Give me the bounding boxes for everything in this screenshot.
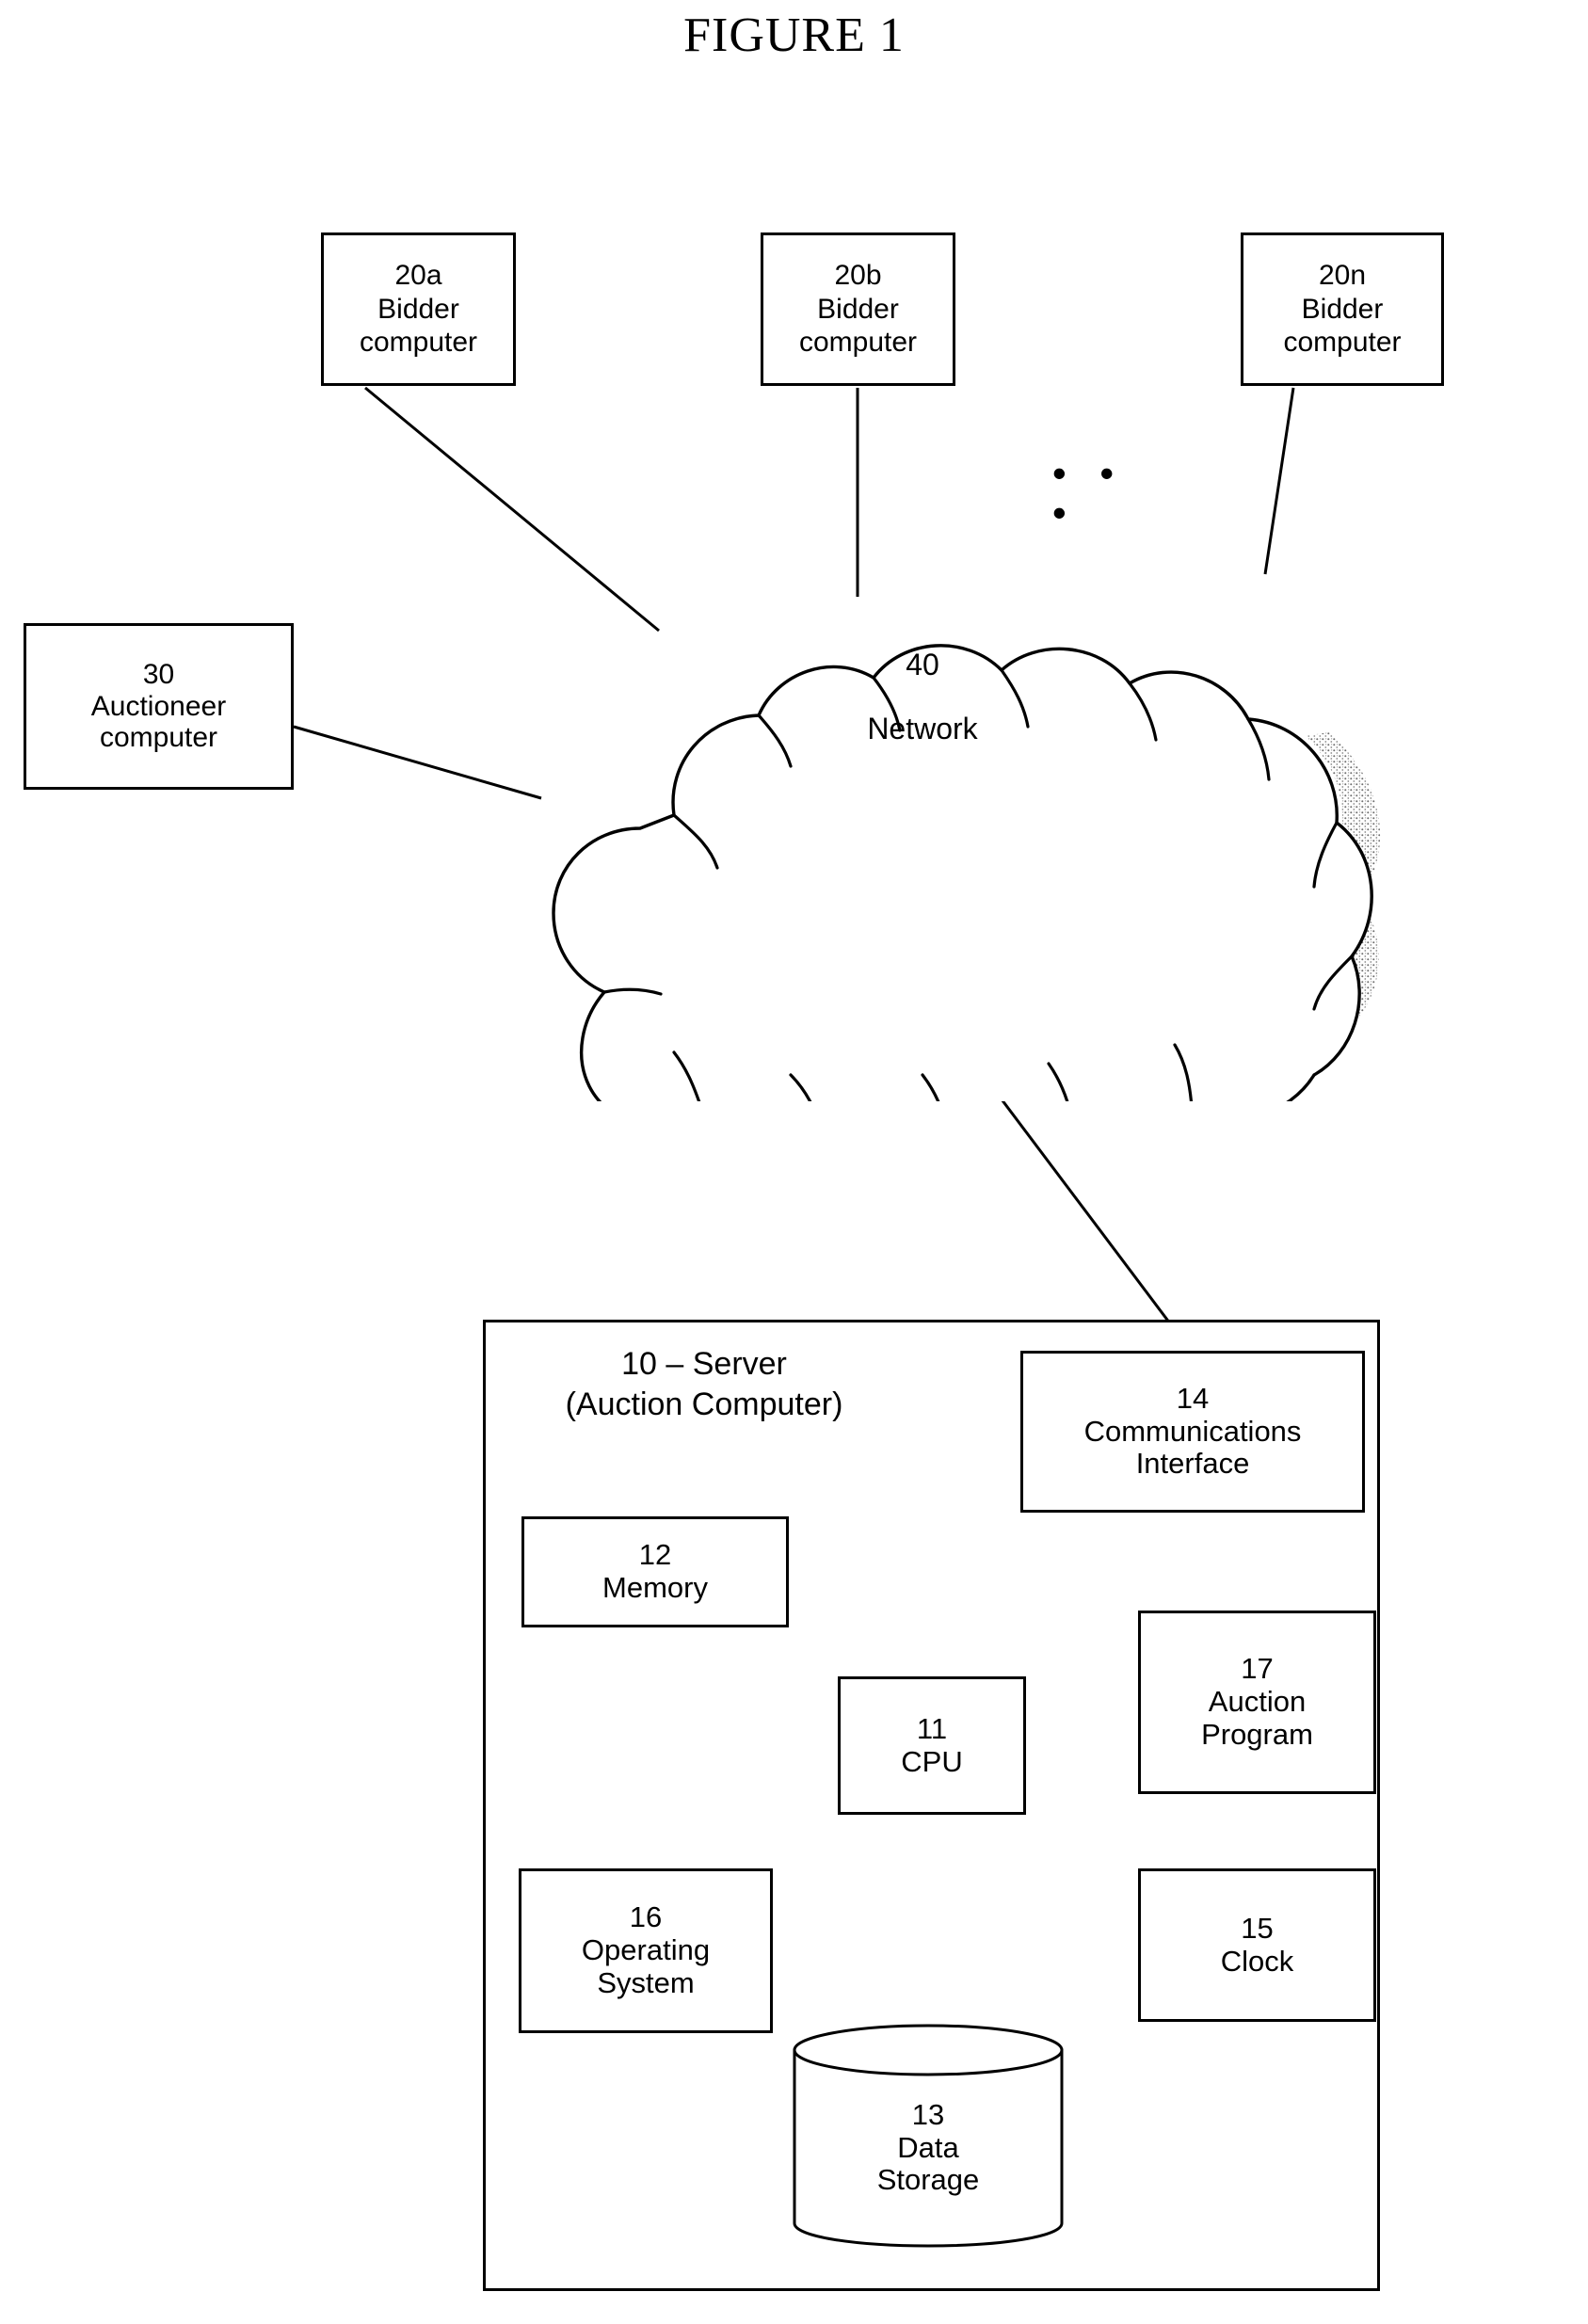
- comm-interface-14-line2: Communications: [1083, 1414, 1302, 1448]
- ellipsis-dots: • • •: [1052, 451, 1126, 535]
- comm-interface-14-ref: 14: [1176, 1381, 1210, 1415]
- server-title-line1: 10 – Server: [621, 1346, 787, 1382]
- network-cloud-shape: [508, 518, 1393, 1101]
- server-title-line2: (Auction Computer): [565, 1386, 843, 1422]
- operating-system-16-line3: System: [597, 1965, 695, 1999]
- data-storage-13-line3: Storage: [876, 2163, 980, 2197]
- communications-interface-14-box[interactable]: 14 Communications Interface: [1020, 1351, 1365, 1513]
- cpu-11-box[interactable]: 11 CPU: [838, 1676, 1026, 1815]
- bidder-computer-20a-box[interactable]: 20a Bidder computer: [321, 232, 516, 386]
- server-title: 10 – Server (Auction Computer): [502, 1344, 906, 1424]
- auctioneer-computer-30-box[interactable]: 30 Auctioneer computer: [24, 623, 294, 790]
- operating-system-16-box[interactable]: 16 Operating System: [519, 1868, 773, 2033]
- bidder-20n-ref: 20n: [1318, 260, 1367, 292]
- bidder-20b-line3: computer: [798, 327, 918, 359]
- network-cloud-label: 40 Network: [810, 649, 1035, 744]
- cpu-11-ref: 11: [916, 1711, 948, 1745]
- data-storage-13-line2: Data: [897, 2130, 959, 2164]
- bidder-20n-line2: Bidder: [1301, 293, 1384, 325]
- comm-interface-14-line3: Interface: [1135, 1447, 1250, 1481]
- clock-15-line2: Clock: [1220, 1944, 1294, 1978]
- figure-page: FIGURE 1 20a Bidder computer 20b Bidder: [0, 0, 1588, 2324]
- bidder-20n-line3: computer: [1283, 327, 1402, 359]
- auctioneer-30-ref: 30: [142, 659, 175, 691]
- auction-program-17-box[interactable]: 17 Auction Program: [1138, 1611, 1376, 1794]
- network-label: Network: [867, 712, 978, 745]
- data-storage-13-label: 13 Data Storage: [789, 2098, 1067, 2197]
- clock-15-ref: 15: [1241, 1911, 1274, 1945]
- auction-program-17-line2: Auction: [1208, 1685, 1307, 1719]
- bidder-20a-ref: 20a: [394, 260, 442, 292]
- bidder-20b-ref: 20b: [834, 260, 882, 292]
- auction-program-17-line3: Program: [1201, 1717, 1313, 1751]
- bidder-20a-line2: Bidder: [377, 293, 459, 325]
- auction-program-17-ref: 17: [1241, 1652, 1274, 1686]
- bidder-20a-line3: computer: [359, 327, 478, 359]
- clock-15-box[interactable]: 15 Clock: [1138, 1868, 1376, 2022]
- bidder-computer-20n-box[interactable]: 20n Bidder computer: [1241, 232, 1444, 386]
- cpu-11-line2: CPU: [901, 1744, 963, 1778]
- auctioneer-30-line3: computer: [99, 722, 218, 754]
- bidder-computer-20b-box[interactable]: 20b Bidder computer: [761, 232, 955, 386]
- operating-system-16-line2: Operating: [581, 1933, 711, 1967]
- memory-12-box[interactable]: 12 Memory: [521, 1516, 789, 1627]
- operating-system-16-ref: 16: [629, 1900, 663, 1934]
- data-storage-13-ref: 13: [911, 2098, 945, 2131]
- figure-title: FIGURE 1: [683, 8, 905, 62]
- auctioneer-30-line2: Auctioneer: [90, 690, 227, 722]
- memory-12-line2: Memory: [602, 1571, 708, 1604]
- memory-12-ref: 12: [638, 1538, 672, 1572]
- network-ref: 40: [906, 648, 939, 681]
- bidder-20b-line2: Bidder: [817, 293, 899, 325]
